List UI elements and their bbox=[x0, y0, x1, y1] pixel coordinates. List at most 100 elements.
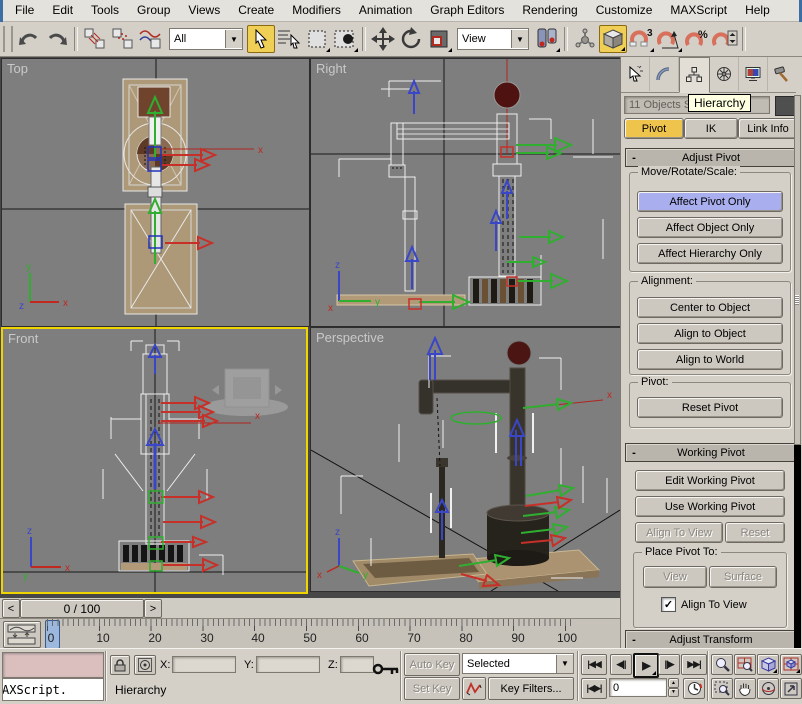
next-frame-button[interactable]: ||▶ bbox=[658, 654, 680, 675]
use-working-pivot-button[interactable]: Use Working Pivot bbox=[635, 496, 785, 517]
viewport-front-label[interactable]: Front bbox=[8, 331, 38, 346]
percent-snap-toggle-icon[interactable]: % bbox=[683, 25, 711, 53]
viewport-right-label[interactable]: Right bbox=[316, 61, 346, 76]
menu-create[interactable]: Create bbox=[229, 0, 283, 21]
select-and-scale-icon[interactable] bbox=[425, 25, 453, 53]
chevron-down-icon[interactable]: ▼ bbox=[225, 30, 242, 48]
window-crossing-toggle-icon[interactable] bbox=[331, 25, 359, 53]
selection-filter-dropdown[interactable]: All ▼ bbox=[169, 28, 243, 50]
affect-object-only-button[interactable]: Affect Object Only bbox=[637, 217, 783, 238]
key-filters-button[interactable]: Key Filters... bbox=[488, 677, 574, 700]
tab-display[interactable] bbox=[739, 57, 768, 91]
align-to-object-button[interactable]: Align to Object bbox=[637, 323, 783, 344]
menu-rendering[interactable]: Rendering bbox=[513, 0, 586, 21]
key-mode-toggle-button[interactable]: |◀▶| bbox=[581, 678, 607, 699]
viewport-front-active[interactable]: x z x y Front bbox=[1, 327, 308, 594]
link-info-mode-button[interactable]: Link Info bbox=[738, 118, 798, 139]
go-to-start-button[interactable]: |◀◀ bbox=[581, 654, 607, 675]
viewport-top-label[interactable]: Top bbox=[7, 61, 28, 76]
menu-file[interactable]: File bbox=[6, 0, 43, 21]
menu-views[interactable]: Views bbox=[179, 0, 229, 21]
menu-maxscript[interactable]: MAXScript bbox=[661, 0, 736, 21]
maxscript-macro-pane[interactable] bbox=[2, 652, 104, 678]
zoom-region-icon[interactable] bbox=[711, 678, 733, 699]
current-frame-input[interactable] bbox=[609, 678, 667, 697]
adjust-transform-rollout-header[interactable]: - Adjust Transform bbox=[625, 630, 797, 649]
menu-modifiers[interactable]: Modifiers bbox=[283, 0, 350, 21]
keyboard-shortcut-override-icon[interactable] bbox=[372, 661, 400, 680]
viewport-perspective[interactable]: x z y x Perspective bbox=[310, 327, 621, 592]
menu-customize[interactable]: Customize bbox=[587, 0, 662, 21]
affect-pivot-only-button[interactable]: Affect Pivot Only bbox=[637, 191, 783, 212]
maximize-viewport-toggle-icon[interactable] bbox=[780, 678, 802, 699]
tab-motion[interactable] bbox=[710, 57, 739, 91]
snaps-toggle-icon[interactable] bbox=[599, 25, 627, 53]
chevron-down-icon[interactable]: ▼ bbox=[511, 30, 528, 48]
selection-lock-toggle-icon[interactable] bbox=[110, 655, 130, 675]
select-and-move-icon[interactable] bbox=[369, 25, 397, 53]
select-and-link-icon[interactable] bbox=[81, 25, 109, 53]
menu-group[interactable]: Group bbox=[128, 0, 179, 21]
viewport-perspective-label[interactable]: Perspective bbox=[316, 330, 384, 345]
time-slider-next-button[interactable]: > bbox=[144, 599, 162, 618]
tab-hierarchy[interactable] bbox=[679, 57, 710, 93]
zoom-extents-all-icon[interactable] bbox=[780, 654, 802, 675]
menu-animation[interactable]: Animation bbox=[350, 0, 421, 21]
previous-frame-button[interactable]: ◀|| bbox=[610, 654, 632, 675]
play-button[interactable]: ▶ bbox=[633, 653, 659, 678]
z-coord-input[interactable] bbox=[340, 656, 374, 673]
align-to-view-button[interactable]: Align To View bbox=[635, 522, 723, 543]
menu-edit[interactable]: Edit bbox=[43, 0, 82, 21]
toolbar-drag-handle[interactable] bbox=[3, 26, 13, 52]
frame-spinner[interactable]: ▲ ▼ bbox=[668, 678, 679, 697]
panel-scrollbar[interactable] bbox=[794, 95, 801, 695]
tab-modify[interactable] bbox=[650, 57, 680, 91]
set-key-button[interactable]: Set Key bbox=[404, 677, 460, 700]
adjust-pivot-rollout-header[interactable]: - Adjust Pivot bbox=[625, 148, 797, 167]
object-color-swatch[interactable] bbox=[775, 96, 795, 116]
menu-help[interactable]: Help bbox=[736, 0, 779, 21]
tab-create[interactable] bbox=[621, 57, 651, 91]
undo-icon[interactable] bbox=[15, 25, 43, 53]
auto-key-button[interactable]: Auto Key bbox=[404, 653, 460, 676]
place-surface-button[interactable]: Surface bbox=[709, 566, 777, 588]
affect-hierarchy-only-button[interactable]: Affect Hierarchy Only bbox=[637, 243, 783, 264]
edit-working-pivot-button[interactable]: Edit Working Pivot bbox=[635, 470, 785, 491]
pivot-mode-button[interactable]: Pivot bbox=[624, 118, 684, 139]
center-to-object-button[interactable]: Center to Object bbox=[637, 297, 783, 318]
go-to-end-button[interactable]: ▶▶| bbox=[681, 654, 707, 675]
absolute-offset-mode-toggle-icon[interactable] bbox=[134, 655, 156, 675]
zoom-extents-icon[interactable] bbox=[757, 654, 779, 675]
time-configuration-icon[interactable] bbox=[683, 678, 705, 699]
bind-to-space-warp-icon[interactable] bbox=[137, 25, 165, 53]
y-coord-input[interactable] bbox=[256, 656, 320, 673]
reset-pivot-button[interactable]: Reset Pivot bbox=[637, 397, 783, 418]
spinner-snap-toggle-icon[interactable] bbox=[711, 25, 739, 53]
redo-icon[interactable] bbox=[43, 25, 71, 53]
viewport-right[interactable]: z y x Right bbox=[310, 58, 621, 327]
menu-tools[interactable]: Tools bbox=[82, 0, 128, 21]
unlink-selection-icon[interactable] bbox=[109, 25, 137, 53]
pan-icon[interactable] bbox=[734, 678, 756, 699]
time-slider-prev-button[interactable]: < bbox=[2, 599, 20, 618]
default-in-out-tangents-icon[interactable] bbox=[462, 677, 486, 700]
align-to-world-button[interactable]: Align to World bbox=[637, 349, 783, 370]
zoom-icon[interactable] bbox=[711, 654, 733, 675]
rectangular-selection-region-icon[interactable] bbox=[303, 25, 331, 53]
align-to-view-checkbox[interactable]: ✓ bbox=[661, 597, 676, 612]
object-snap-3d-icon[interactable]: 3 bbox=[627, 25, 655, 53]
select-by-name-icon[interactable] bbox=[275, 25, 303, 53]
spinner-down-icon[interactable]: ▼ bbox=[668, 687, 679, 697]
select-object-button[interactable] bbox=[247, 25, 275, 53]
reference-coordinate-system-dropdown[interactable]: View ▼ bbox=[457, 28, 529, 50]
select-and-rotate-icon[interactable] bbox=[397, 25, 425, 53]
tab-utilities[interactable] bbox=[768, 57, 796, 91]
spinner-up-icon[interactable]: ▲ bbox=[668, 678, 679, 688]
use-pivot-point-center-icon[interactable] bbox=[533, 25, 561, 53]
panel-scrollbar-thumb[interactable] bbox=[794, 95, 801, 445]
place-view-button[interactable]: View bbox=[643, 566, 707, 588]
maxscript-listener-pane[interactable]: AXScript. bbox=[2, 678, 104, 701]
menu-graph-editors[interactable]: Graph Editors bbox=[421, 0, 513, 21]
ik-mode-button[interactable]: IK bbox=[684, 118, 738, 139]
working-pivot-rollout-header[interactable]: - Working Pivot bbox=[625, 443, 797, 462]
